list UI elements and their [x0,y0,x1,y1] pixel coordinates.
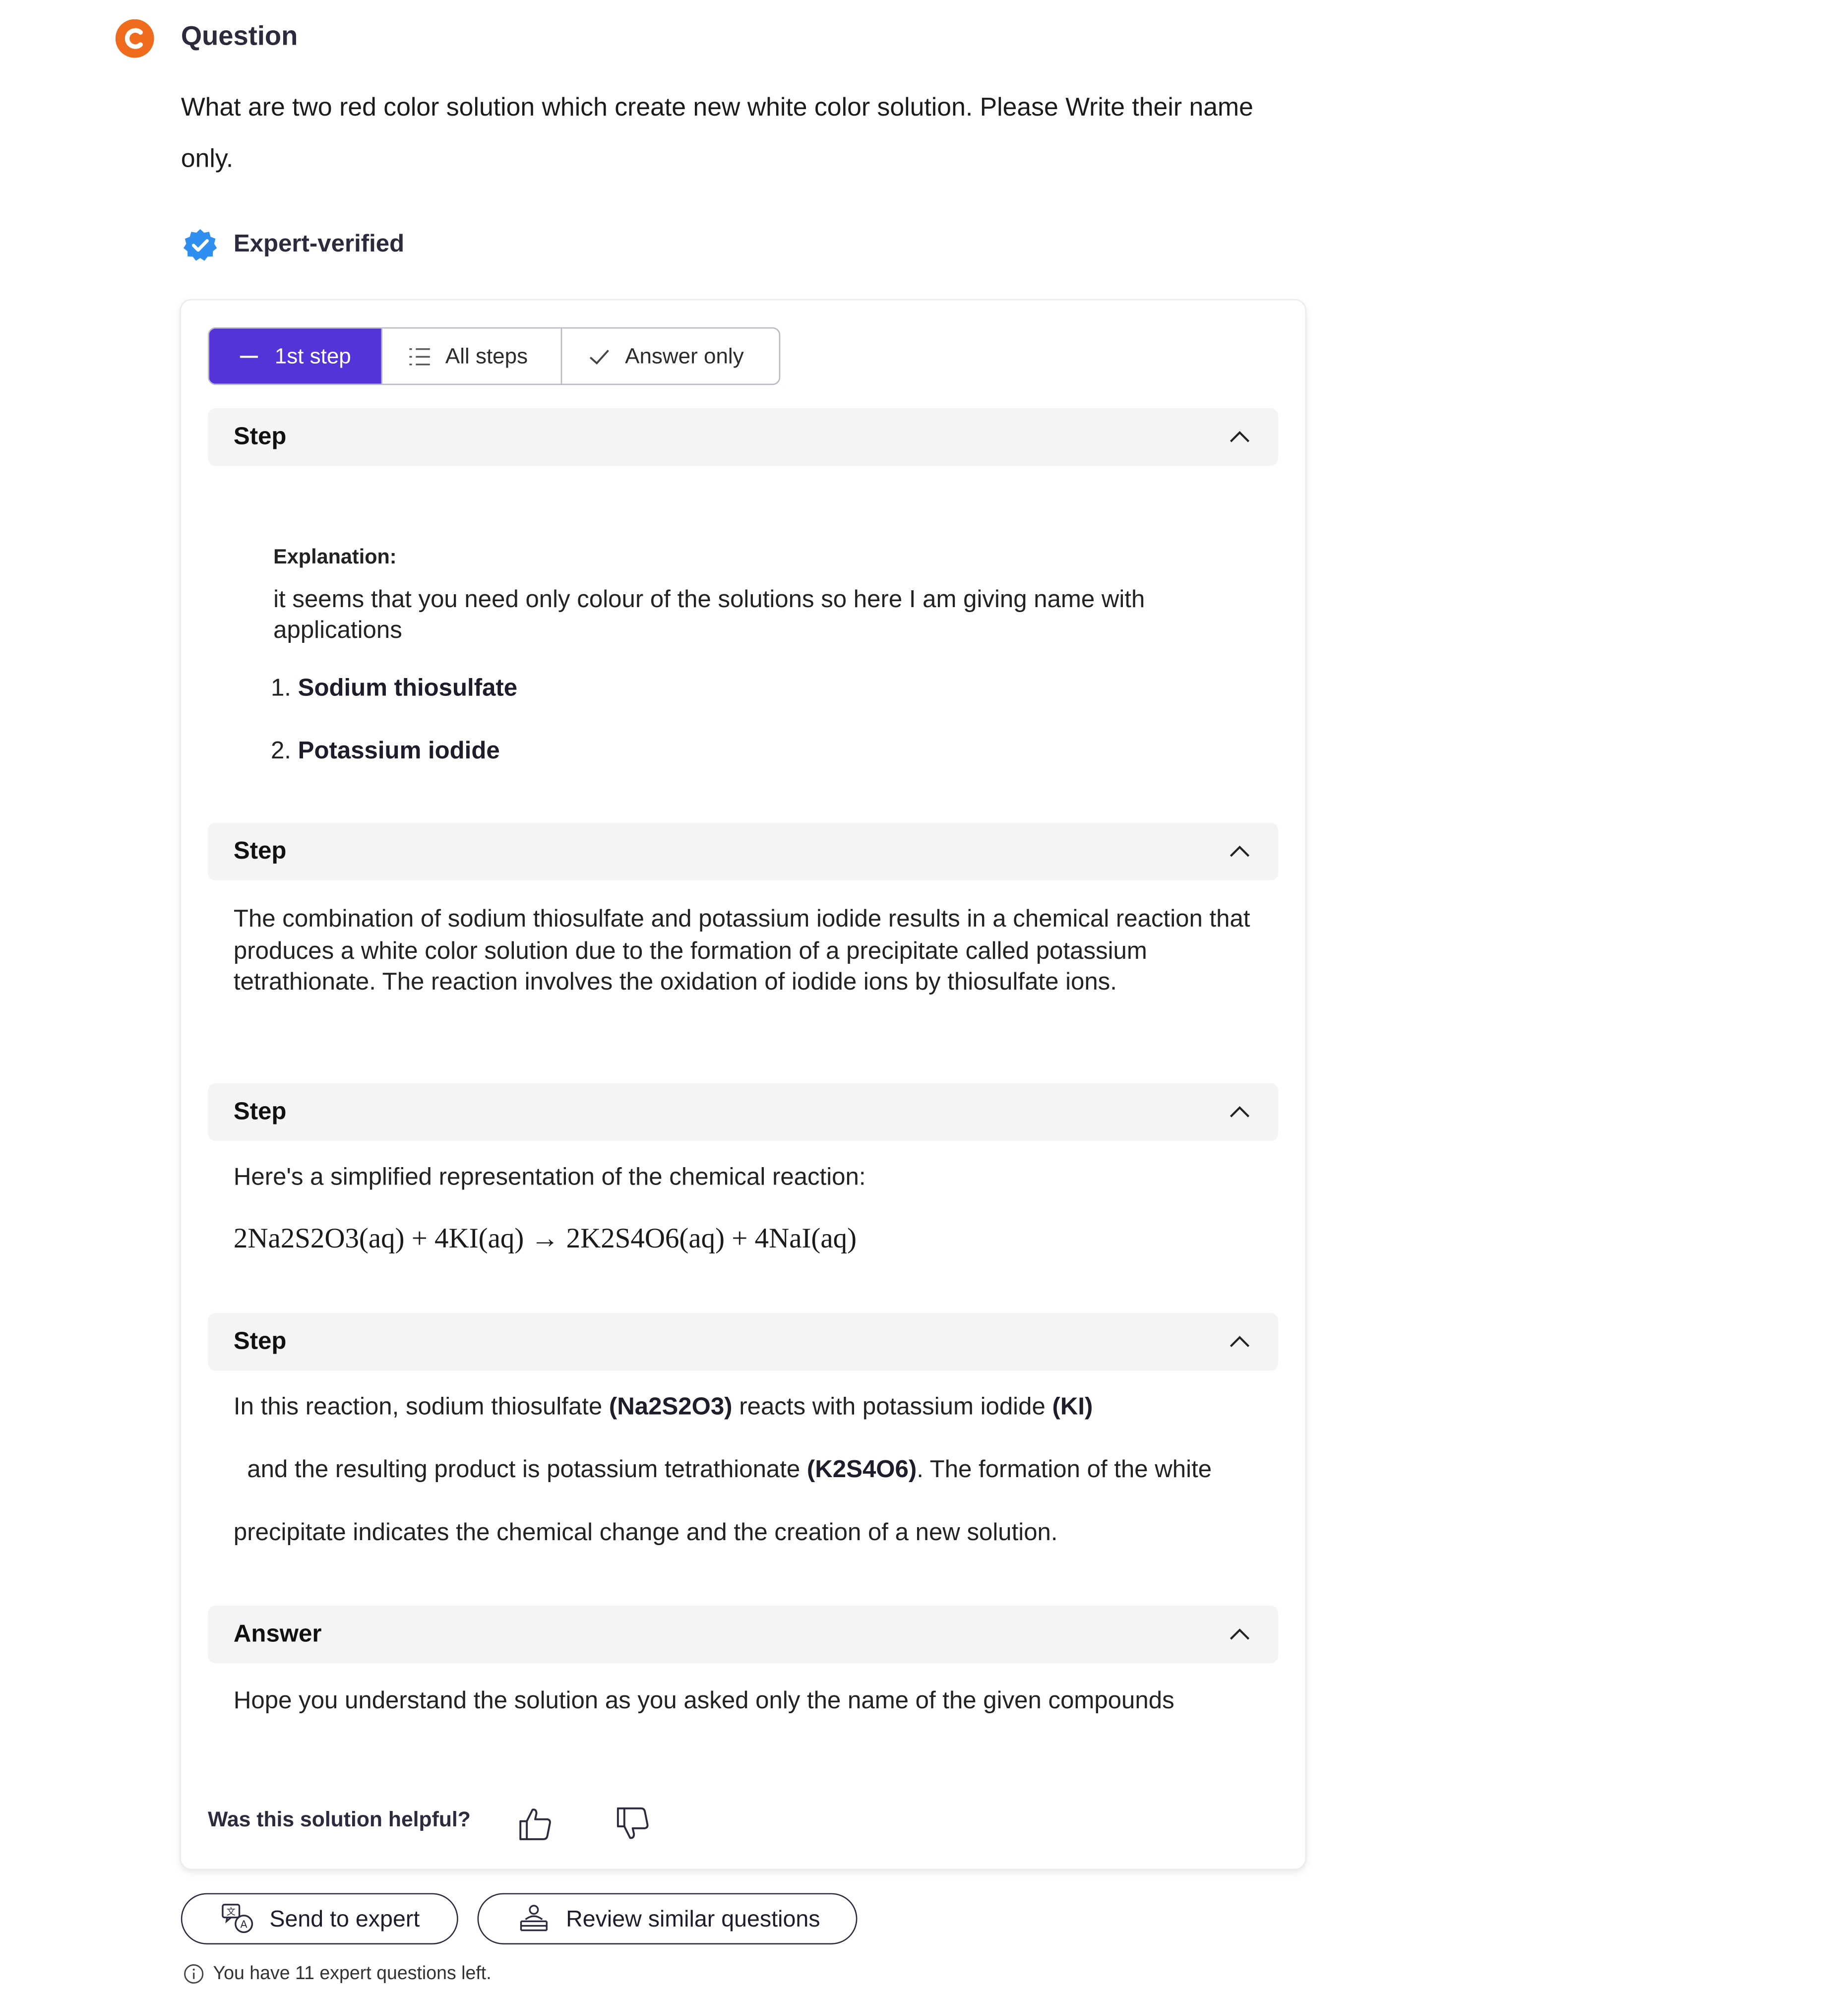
step-text: The combination of sodium thiosulfate an… [233,906,1250,996]
tab-all-steps[interactable]: All steps [381,328,560,384]
list-number: 1. [270,675,291,702]
check-icon [589,349,609,364]
info-text: You have 11 expert questions left. [213,1963,492,1985]
list-number: 2. [270,738,291,765]
chevron-up-icon[interactable] [1228,1101,1251,1124]
formula-k2s4o6: (K2S4O6) [806,1456,917,1484]
section-label: Step [233,423,287,450]
solution-card: 1st step All steps Answer only Step Expl… [181,300,1305,1869]
dash-icon [240,355,258,358]
answer-text: Hope you understand the solution as you … [233,1687,1174,1715]
tab-label: All steps [445,343,528,368]
question-text: What are two red color solution which cr… [181,93,1253,174]
section-label: Step [233,1327,287,1355]
chevron-up-icon[interactable] [1228,1331,1251,1354]
formula-ki: (KI) [1052,1394,1093,1421]
step-section-header-3[interactable]: Step [208,1083,1279,1141]
brand-logo-icon [115,19,154,58]
list-text: Potassium iodide [298,738,500,765]
verified-badge-icon [184,229,217,261]
button-label: Review similar questions [566,1905,820,1931]
tab-label: Answer only [625,343,744,368]
chemical-equation: 2Na2S2O3(aq) + 4KI(aq) → 2K2S4O6(aq) + 4… [233,1222,857,1254]
step-section-header-4[interactable]: Step [208,1313,1279,1371]
text-run: In this reaction, sodium thiosulfate [233,1394,609,1421]
list-item: 1. Sodium thiosulfate [271,675,517,703]
feedback-question: Was this solution helpful? [208,1808,471,1832]
explanation-title: Explanation: [273,547,397,569]
button-label: Send to expert [269,1905,420,1931]
thumbs-up-icon[interactable] [517,1806,553,1842]
step-text: Here's a simplified representation of th… [233,1164,866,1191]
expert-verified-label: Expert-verified [233,231,405,258]
step-section-header-1[interactable]: Step [208,408,1279,466]
text-run: and the resulting product is potassium t… [233,1456,807,1484]
tab-label: 1st step [274,343,351,368]
send-to-expert-button[interactable]: 文 A Send to expert [181,1893,458,1945]
thumbs-down-icon[interactable] [615,1806,650,1842]
step-section-header-2[interactable]: Step [208,822,1279,881]
book-person-icon [520,1905,548,1931]
svg-text:A: A [241,1918,247,1930]
expert-verified-badge: Expert-verified [182,226,404,264]
chevron-up-icon[interactable] [1228,841,1251,864]
section-label: Answer [233,1620,322,1648]
view-mode-tabs: 1st step All steps Answer only [208,327,781,385]
formula-na2s2o3: (Na2S2O3) [609,1394,733,1421]
question-title: Question [181,21,298,52]
reaction-explanation: In this reaction, sodium thiosulfate (Na… [234,1376,1273,1564]
chevron-up-icon[interactable] [1228,426,1251,449]
expert-questions-remaining: You have 11 expert questions left. [184,1964,492,1984]
page: Question What are two red color solution… [0,0,1848,1993]
svg-text:文: 文 [227,1907,236,1918]
list-text: Sodium thiosulfate [298,675,518,702]
info-icon [184,1964,204,1984]
list-item: 2. Potassium iodide [271,738,500,766]
tab-answer-only[interactable]: Answer only [560,328,779,384]
section-label: Step [233,1098,287,1125]
list-icon [409,347,430,365]
section-label: Step [233,837,287,865]
text-run: reacts with potassium iodide [732,1394,1052,1421]
explanation-text: it seems that you need only colour of th… [273,586,1145,644]
translate-chat-icon: 文 A [222,1904,253,1933]
chevron-up-icon[interactable] [1228,1623,1251,1647]
answer-section-header[interactable]: Answer [208,1605,1279,1664]
tab-1st-step[interactable]: 1st step [209,328,381,384]
review-similar-questions-button[interactable]: Review similar questions [477,1893,858,1945]
